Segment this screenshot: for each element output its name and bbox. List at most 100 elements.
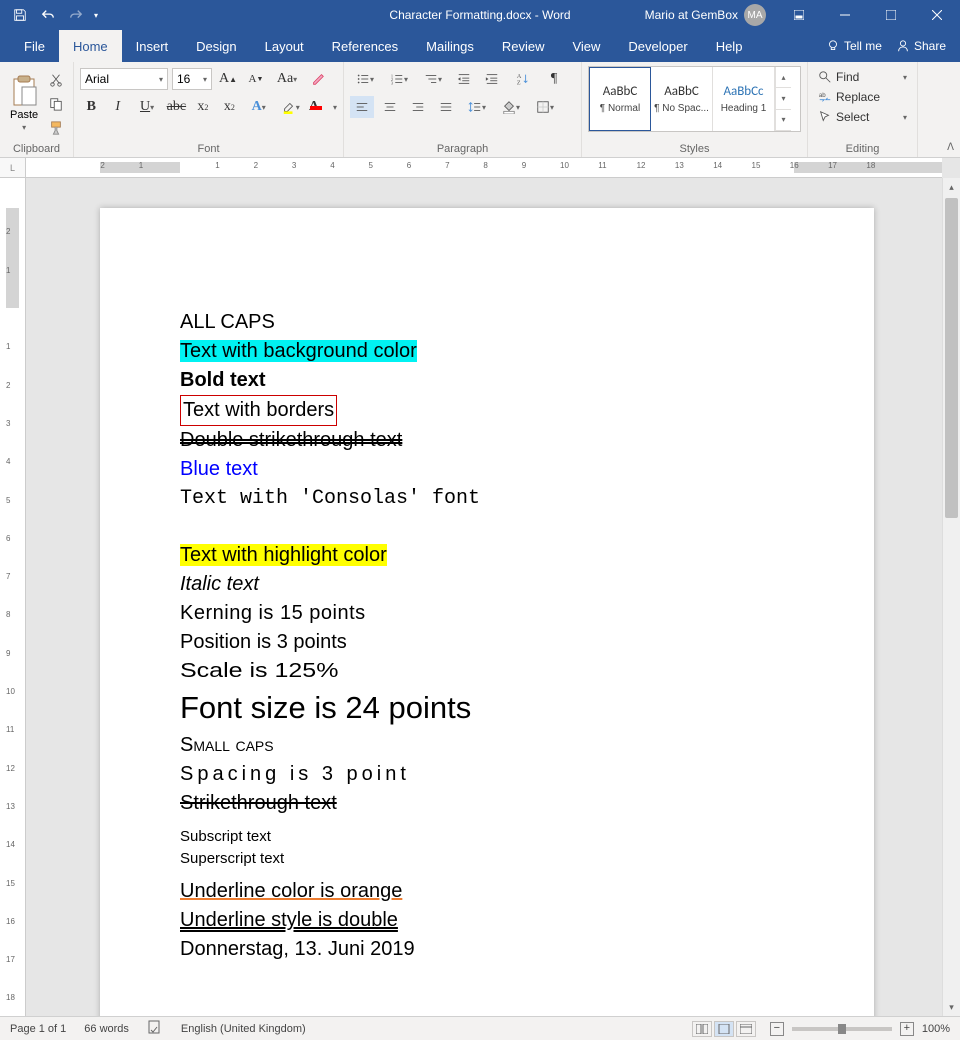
styles-expand[interactable]: ▾ bbox=[776, 110, 791, 131]
minimize-button[interactable] bbox=[822, 0, 868, 30]
ruler-corner[interactable]: L bbox=[0, 158, 26, 178]
tab-mailings[interactable]: Mailings bbox=[412, 30, 488, 62]
ribbon-display-options-button[interactable] bbox=[776, 0, 822, 30]
redo-button[interactable] bbox=[66, 5, 86, 25]
numbering-button[interactable]: 123▾ bbox=[384, 68, 414, 90]
change-case-button[interactable]: Aa▾ bbox=[272, 68, 302, 90]
line-borders[interactable]: Text with borders bbox=[180, 395, 337, 426]
text-effects-button[interactable]: A▾ bbox=[245, 96, 273, 118]
borders-button[interactable]: ▾ bbox=[530, 96, 560, 118]
line-underline-orange[interactable]: Underline color is orange bbox=[180, 877, 794, 906]
read-mode-button[interactable] bbox=[692, 1021, 712, 1037]
line-spacing[interactable]: Spacing is 3 point bbox=[180, 760, 794, 789]
increase-indent-button[interactable] bbox=[480, 68, 504, 90]
align-right-button[interactable] bbox=[406, 96, 430, 118]
zoom-out-button[interactable]: − bbox=[770, 1022, 784, 1036]
line-bg-color[interactable]: Text with background color bbox=[180, 340, 417, 362]
styles-scroll-down[interactable]: ▾ bbox=[776, 88, 791, 109]
line-double-strike[interactable]: Double strikethrough text bbox=[180, 426, 794, 455]
tab-references[interactable]: References bbox=[318, 30, 412, 62]
strikethrough-button[interactable]: abc bbox=[165, 96, 188, 118]
styles-scroll-up[interactable]: ▴ bbox=[776, 67, 791, 88]
paste-dropdown-icon[interactable]: ▾ bbox=[22, 123, 26, 132]
style-no-spacing[interactable]: AaBbC ¶ No Spac... bbox=[651, 67, 713, 131]
italic-button[interactable]: I bbox=[107, 96, 130, 118]
qat-customize-icon[interactable]: ▾ bbox=[94, 11, 98, 20]
zoom-slider[interactable] bbox=[792, 1027, 892, 1031]
undo-button[interactable] bbox=[38, 5, 58, 25]
bullets-button[interactable]: ▾ bbox=[350, 68, 380, 90]
increase-font-size-button[interactable]: A▲ bbox=[216, 68, 240, 90]
line-all-caps[interactable]: ALL CAPS bbox=[180, 308, 794, 337]
scroll-thumb[interactable] bbox=[945, 198, 958, 518]
line-bold[interactable]: Bold text bbox=[180, 366, 794, 395]
underline-button[interactable]: U▾ bbox=[133, 96, 161, 118]
superscript-button[interactable]: x2 bbox=[218, 96, 241, 118]
replace-button[interactable]: ab Replace bbox=[814, 88, 911, 106]
style-normal[interactable]: AaBbC ¶ Normal bbox=[589, 67, 651, 131]
line-date[interactable]: Donnerstag, 13. Juni 2019 bbox=[180, 935, 794, 964]
paste-icon[interactable] bbox=[10, 75, 38, 107]
tab-layout[interactable]: Layout bbox=[251, 30, 318, 62]
document-scroll-area[interactable]: ALL CAPS Text with background color Bold… bbox=[26, 178, 942, 1016]
subscript-button[interactable]: x2 bbox=[192, 96, 215, 118]
line-scale[interactable]: Scale is 125% bbox=[180, 657, 338, 686]
select-button[interactable]: Select▾ bbox=[814, 108, 911, 126]
line-highlight[interactable]: Text with highlight color bbox=[180, 544, 387, 566]
tell-me-search[interactable]: Tell me bbox=[826, 39, 882, 53]
zoom-thumb[interactable] bbox=[838, 1024, 846, 1034]
copy-button[interactable] bbox=[46, 94, 66, 114]
line-subscript[interactable]: Subscript text bbox=[180, 826, 794, 848]
show-hide-button[interactable]: ¶ bbox=[542, 68, 566, 90]
sort-button[interactable]: AZ bbox=[508, 68, 538, 90]
line-blue[interactable]: Blue text bbox=[180, 455, 794, 484]
scroll-up-button[interactable]: ▴ bbox=[943, 178, 960, 196]
decrease-font-size-button[interactable]: A▼ bbox=[244, 68, 268, 90]
align-left-button[interactable] bbox=[350, 96, 374, 118]
tab-help[interactable]: Help bbox=[702, 30, 757, 62]
tab-developer[interactable]: Developer bbox=[614, 30, 701, 62]
format-painter-button[interactable] bbox=[46, 118, 66, 138]
tab-home[interactable]: Home bbox=[59, 30, 122, 62]
collapse-ribbon-button[interactable]: ᐱ bbox=[947, 142, 954, 153]
language[interactable]: English (United Kingdom) bbox=[181, 1023, 306, 1035]
line-kerning[interactable]: Kerning is 15 points bbox=[180, 599, 794, 628]
web-layout-button[interactable] bbox=[736, 1021, 756, 1037]
find-button[interactable]: Find▾ bbox=[814, 68, 911, 86]
document-page[interactable]: ALL CAPS Text with background color Bold… bbox=[100, 208, 874, 1016]
close-button[interactable] bbox=[914, 0, 960, 30]
bold-button[interactable]: B bbox=[80, 96, 103, 118]
line-italic[interactable]: Italic text bbox=[180, 570, 794, 599]
horizontal-ruler[interactable]: 21123456789101112131415161718 bbox=[26, 158, 942, 178]
highlight-button[interactable]: ▾ bbox=[277, 96, 305, 118]
clear-formatting-button[interactable] bbox=[306, 68, 330, 90]
line-spacing-button[interactable]: ▾ bbox=[462, 96, 492, 118]
line-underline-double[interactable]: Underline style is double bbox=[180, 906, 794, 935]
user-badge[interactable]: Mario at GemBox MA bbox=[645, 4, 766, 26]
font-size-combo[interactable]: 16▾ bbox=[172, 68, 212, 90]
line-consolas[interactable]: Text with 'Consolas' font bbox=[180, 484, 794, 513]
multilevel-list-button[interactable]: ▾ bbox=[418, 68, 448, 90]
save-button[interactable] bbox=[10, 5, 30, 25]
justify-button[interactable] bbox=[434, 96, 458, 118]
line-fs24[interactable]: Font size is 24 points bbox=[180, 686, 794, 731]
tab-insert[interactable]: Insert bbox=[122, 30, 183, 62]
page-info[interactable]: Page 1 of 1 bbox=[10, 1023, 66, 1035]
tab-review[interactable]: Review bbox=[488, 30, 559, 62]
cut-button[interactable] bbox=[46, 70, 66, 90]
tab-design[interactable]: Design bbox=[182, 30, 250, 62]
word-count[interactable]: 66 words bbox=[84, 1023, 129, 1035]
scroll-down-button[interactable]: ▾ bbox=[943, 998, 960, 1016]
share-button[interactable]: Share bbox=[896, 39, 946, 53]
font-name-combo[interactable]: Arial▾ bbox=[80, 68, 168, 90]
shading-button[interactable]: ▾ bbox=[496, 96, 526, 118]
align-center-button[interactable] bbox=[378, 96, 402, 118]
line-smallcaps[interactable]: Small caps bbox=[180, 731, 794, 760]
print-layout-button[interactable] bbox=[714, 1021, 734, 1037]
spelling-check-icon[interactable] bbox=[147, 1020, 163, 1037]
line-strike[interactable]: Strikethrough text bbox=[180, 789, 794, 818]
maximize-button[interactable] bbox=[868, 0, 914, 30]
paste-label[interactable]: Paste bbox=[10, 109, 38, 121]
line-position[interactable]: Position is 3 points bbox=[180, 628, 794, 657]
decrease-indent-button[interactable] bbox=[452, 68, 476, 90]
